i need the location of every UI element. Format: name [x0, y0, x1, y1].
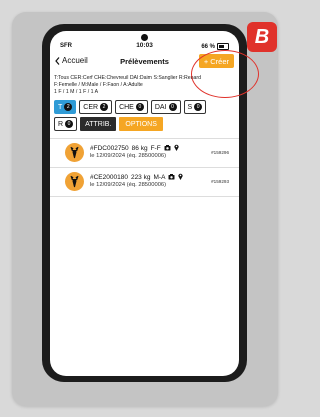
location-pin-icon	[173, 144, 179, 153]
item-id: #CE2000180	[90, 174, 128, 181]
battery-level: 66 %	[201, 43, 215, 50]
item-sex: M-A	[153, 174, 166, 181]
harvest-list: #FDC002750 86 kg F-F le 12/09/2024 (éq. …	[50, 138, 239, 197]
deer-icon	[65, 143, 84, 162]
filter-chip-t[interactable]: T 2	[54, 100, 77, 114]
chip-count: 0	[135, 103, 144, 111]
list-item[interactable]: #FDC002750 86 kg F-F le 12/09/2024 (éq. …	[50, 139, 239, 167]
chip-label: T	[58, 103, 63, 111]
chip-count: 0	[168, 103, 177, 111]
divider	[50, 196, 239, 197]
camera-icon	[164, 144, 171, 153]
camera-icon	[168, 173, 175, 182]
battery-icon	[217, 43, 229, 50]
chip-label: CHE	[119, 103, 134, 111]
item-code: #159296	[211, 150, 229, 155]
chip-label: DAI	[154, 103, 167, 111]
item-id: #FDC002750	[90, 145, 129, 152]
chip-label: S	[187, 103, 193, 111]
location-pin-icon	[178, 173, 184, 182]
camera-icon	[141, 34, 148, 41]
chip-label: R	[58, 120, 64, 128]
status-bar: SFR 10:03 66 %	[50, 31, 239, 53]
item-title: #CE2000180 223 kg M-A	[90, 173, 184, 182]
item-sex: F-F	[150, 145, 161, 152]
item-date: le 12/09/2024 (éq. 28500006)	[90, 153, 167, 159]
battery-indicator: 66 %	[201, 43, 229, 50]
filter-chip-dai[interactable]: DAI 0	[150, 100, 181, 114]
deer-icon	[65, 172, 84, 191]
item-date: le 12/09/2024 (éq. 28500006)	[90, 182, 167, 188]
filter-chip-s[interactable]: S 0	[183, 100, 207, 114]
annotation-badge: B	[247, 22, 277, 52]
item-weight: 86 kg	[131, 145, 148, 152]
filter-chips: T 2 CER 2 CHE 0 DAI 0 S 0 R 0 ATTRIB. OP…	[54, 100, 238, 134]
item-weight: 223 kg	[130, 174, 151, 181]
item-title: #FDC002750 86 kg F-F	[90, 144, 179, 153]
item-code: #159293	[211, 179, 229, 184]
chip-label: CER	[83, 103, 99, 111]
filter-chip-cer[interactable]: CER 2	[79, 100, 113, 114]
chip-count: 2	[100, 103, 109, 111]
options-button[interactable]: OPTIONS	[119, 117, 163, 131]
filter-chip-r[interactable]: R 0	[54, 117, 78, 131]
highlight-circle	[191, 50, 259, 98]
list-item[interactable]: #CE2000180 223 kg M-A le 12/09/2024 (éq.…	[50, 168, 239, 196]
chip-count: 2	[64, 103, 73, 111]
attrib-button[interactable]: ATTRIB.	[80, 117, 117, 131]
chip-count: 0	[194, 103, 203, 111]
filter-chip-che[interactable]: CHE 0	[115, 100, 148, 114]
chip-count: 0	[65, 120, 74, 128]
